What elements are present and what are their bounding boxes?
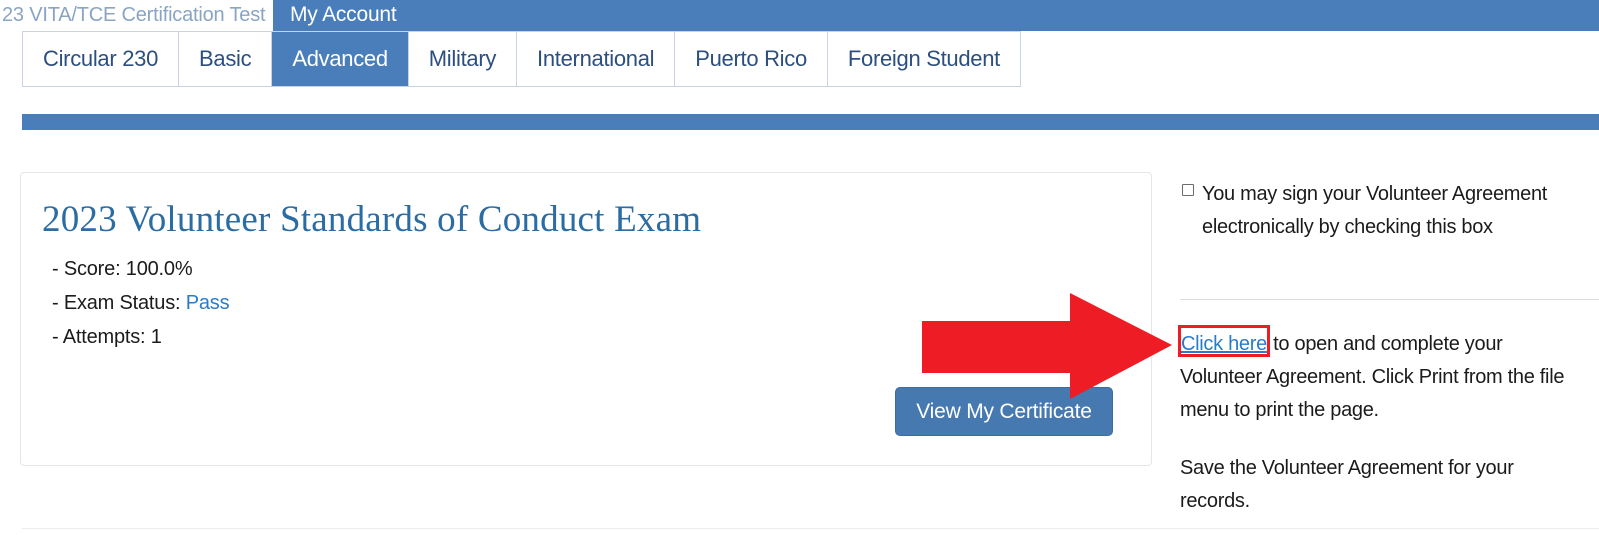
exam-score-row: - Score: 100.0% [52, 258, 193, 281]
volunteer-agreement-instructions: Click here to open and complete your Vol… [1180, 328, 1580, 427]
save-agreement-note: Save the Volunteer Agreement for your re… [1180, 457, 1514, 512]
view-my-certificate-button[interactable]: View My Certificate [895, 387, 1113, 436]
exam-status-label: - Exam Status: [52, 292, 186, 314]
certification-tab-list: Circular 230 Basic Advanced Military Int… [22, 31, 1021, 87]
exam-score-value: 100.0% [125, 258, 193, 280]
exam-score-label: - Score: [52, 258, 126, 280]
site-title: 23 VITA/TCE Certification Test [0, 0, 274, 31]
sidebar-divider [1180, 299, 1599, 300]
tab-international[interactable]: International [517, 32, 676, 86]
bottom-divider [22, 528, 1599, 529]
exam-attempts-value: 1 [150, 326, 162, 348]
click-here-link[interactable]: Click here [1180, 333, 1268, 355]
tab-underline-bar [22, 114, 1599, 130]
exam-attempts-row: - Attempts: 1 [52, 326, 162, 349]
tab-circular-230[interactable]: Circular 230 [23, 32, 180, 86]
exam-status-value: Pass [185, 292, 230, 314]
tab-my-account[interactable]: My Account [278, 0, 411, 31]
exam-status-row: - Exam Status: Pass [52, 292, 230, 315]
exam-attempts-label: - Attempts: [52, 326, 151, 348]
tab-basic[interactable]: Basic [179, 32, 273, 86]
electronic-signature-consent-row: You may sign your Volunteer Agreement el… [1180, 178, 1572, 244]
tab-puerto-rico[interactable]: Puerto Rico [675, 32, 828, 86]
page-title: 2023 Volunteer Standards of Conduct Exam [42, 199, 702, 240]
electronic-signature-label: You may sign your Volunteer Agreement el… [1202, 183, 1548, 238]
tab-foreign-student[interactable]: Foreign Student [827, 32, 1020, 86]
tab-military[interactable]: Military [408, 32, 518, 86]
electronic-signature-checkbox[interactable] [1182, 184, 1194, 196]
tab-advanced[interactable]: Advanced [272, 32, 409, 86]
